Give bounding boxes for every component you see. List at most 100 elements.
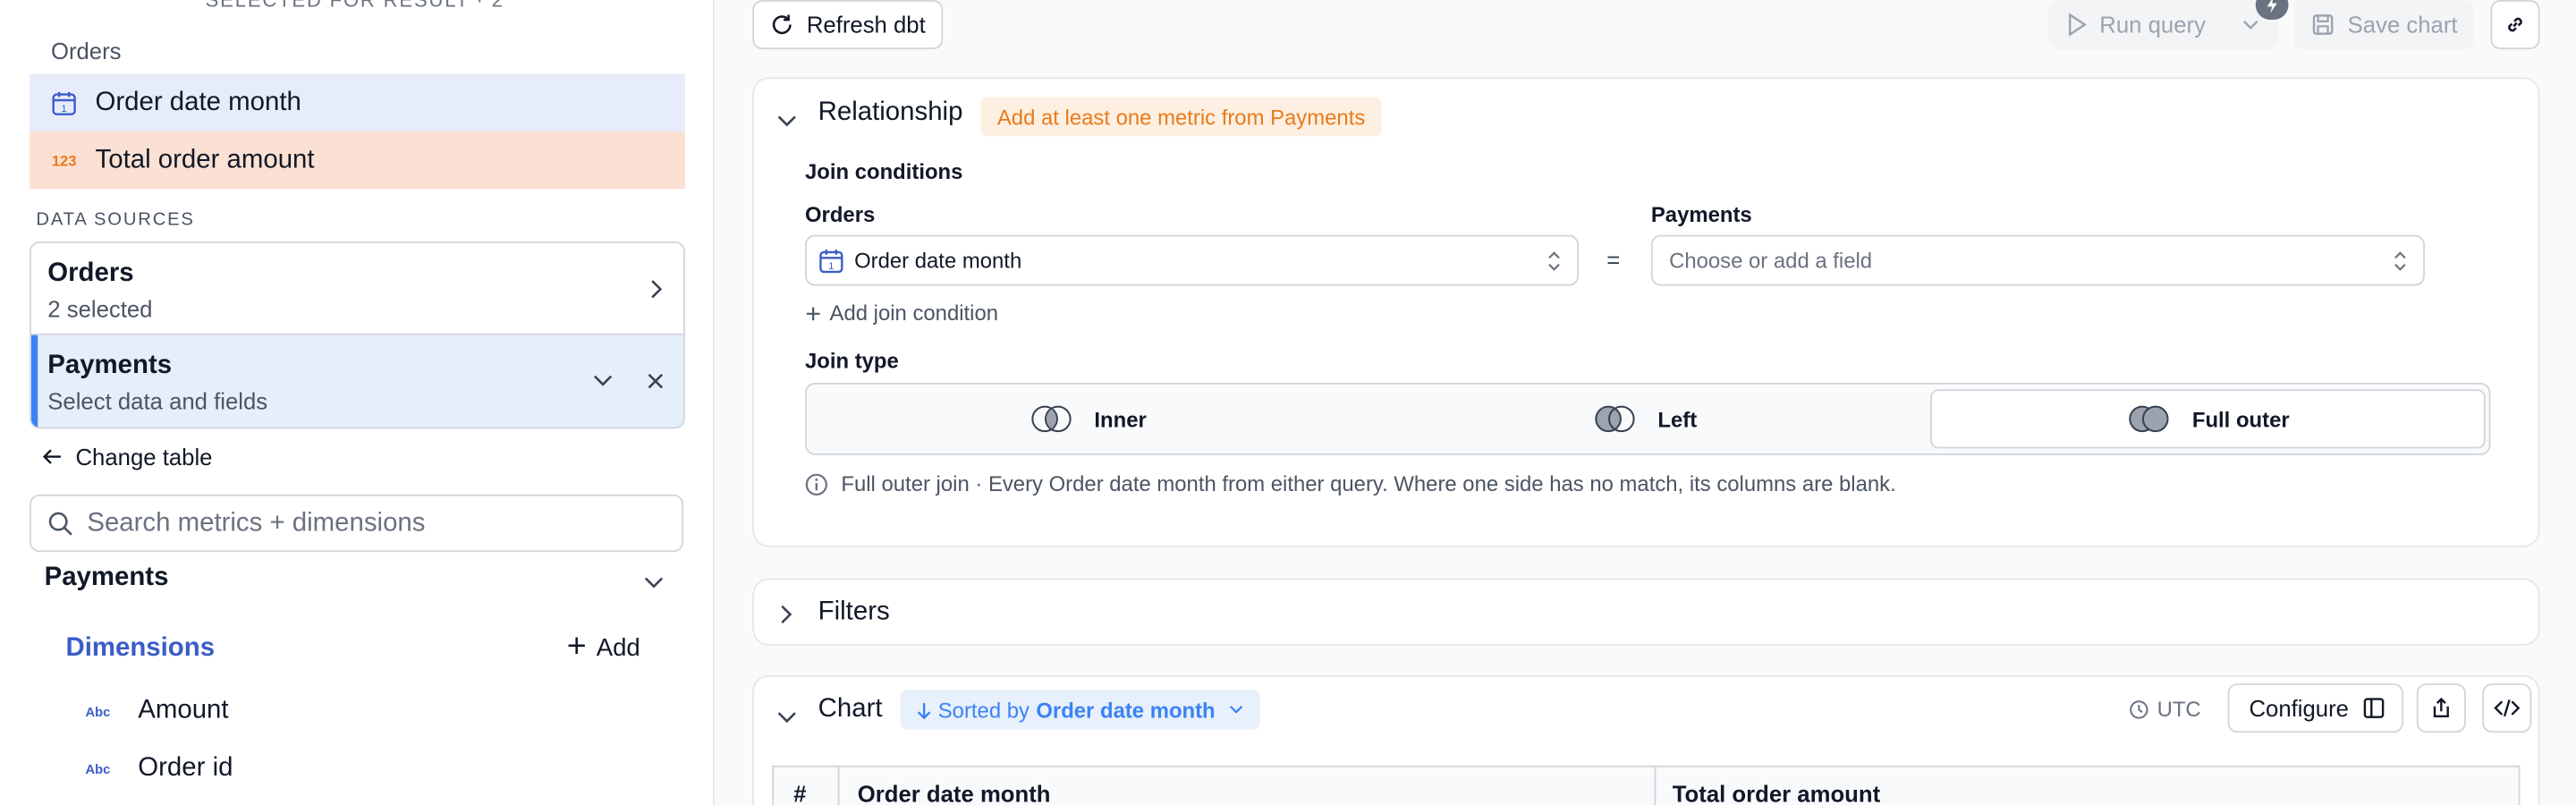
code-icon: [2494, 699, 2521, 718]
refresh-icon: [770, 13, 793, 37]
svg-text:1: 1: [62, 103, 67, 114]
data-source-orders[interactable]: Orders 2 selected: [30, 243, 684, 335]
text-type-icon: Abc: [85, 704, 111, 719]
calendar-icon: 1: [49, 88, 79, 117]
chevron-down-icon[interactable]: [777, 703, 797, 733]
venn-left-icon: [1592, 404, 1638, 434]
join-option-inner[interactable]: Inner: [811, 389, 1363, 448]
share-button[interactable]: [2416, 683, 2466, 733]
timezone-indicator: UTC: [2129, 697, 2201, 721]
link-icon: [2504, 13, 2527, 37]
refresh-dbt-button[interactable]: Refresh dbt: [752, 0, 944, 50]
select-arrows-icon: [1547, 250, 1561, 270]
plus-icon: [567, 634, 587, 662]
chevron-down-icon[interactable]: [589, 368, 615, 394]
join-type-label: Join type: [804, 348, 899, 373]
change-table-button[interactable]: Change table: [42, 443, 213, 470]
join-info-text: Full outer join · Every Order date month…: [841, 471, 1896, 496]
chevron-right-icon: [780, 603, 793, 632]
left-field-select[interactable]: 1 Order date month: [804, 234, 1580, 286]
chevron-right-icon[interactable]: [642, 276, 668, 302]
search-box[interactable]: [30, 494, 684, 553]
chevron-down-icon: [1228, 705, 1243, 715]
add-join-condition-label: Add join condition: [829, 301, 999, 326]
copy-link-button[interactable]: [2490, 0, 2540, 50]
join-conditions-label: Join conditions: [804, 159, 963, 184]
join-option-label: Inner: [1094, 406, 1147, 432]
dimensions-header[interactable]: Dimensions: [65, 634, 215, 664]
column-header[interactable]: #: [793, 780, 806, 805]
search-input[interactable]: [87, 508, 646, 538]
plus-icon: [805, 305, 821, 321]
selected-group-label: Orders: [50, 38, 122, 64]
selected-metric-total-order-amount[interactable]: 123 Total order amount: [30, 131, 685, 190]
data-source-payments[interactable]: Payments Select data and fields: [30, 335, 684, 428]
join-option-label: Left: [1657, 406, 1698, 432]
selected-item-label: Order date month: [95, 88, 301, 116]
add-dimension-button[interactable]: Add: [567, 634, 640, 662]
chevron-down-icon[interactable]: [2241, 20, 2258, 30]
selected-dimension-order-date-month[interactable]: 1 Order date month: [30, 73, 685, 131]
svg-text:1: 1: [828, 260, 834, 271]
save-icon: [2311, 13, 2334, 37]
selected-item-label: Total order amount: [95, 145, 315, 174]
relationship-panel: Relationship Add at least one metric fro…: [752, 77, 2540, 547]
add-join-condition-button[interactable]: Add join condition: [805, 301, 998, 326]
data-sources-caption: DATA SOURCES: [36, 210, 195, 231]
select-arrows-icon: [2394, 250, 2407, 270]
field-label: Order id: [138, 754, 233, 783]
right-table-label: Payments: [1650, 201, 1752, 227]
play-icon: [2067, 13, 2087, 37]
equals-sign: =: [1606, 246, 1621, 273]
join-option-left[interactable]: Left: [1368, 389, 1920, 448]
venn-inner-icon: [1029, 404, 1074, 434]
add-label: Add: [596, 633, 640, 663]
field-item[interactable]: Abc Amount: [86, 697, 229, 726]
sort-field: Order date month: [1036, 697, 1216, 723]
chevron-down-icon: [644, 568, 664, 597]
configure-button[interactable]: Configure: [2227, 683, 2404, 733]
warning-badge: Add at least one metric from Payments: [980, 97, 1382, 137]
lightning-icon: [2267, 0, 2277, 13]
chevron-down-icon[interactable]: [777, 106, 797, 136]
group-header-payments[interactable]: Payments: [45, 564, 669, 593]
close-icon[interactable]: [642, 368, 668, 394]
data-source-sub: Select data and fields: [47, 387, 268, 414]
configure-label: Configure: [2249, 694, 2349, 722]
data-sources-list: Orders 2 selected Payments Select data a…: [30, 241, 685, 429]
right-field-placeholder: Choose or add a field: [1669, 248, 1873, 273]
field-item[interactable]: Abc Order id: [86, 754, 233, 784]
venn-full-icon: [2126, 404, 2172, 434]
search-icon: [47, 510, 73, 536]
join-type-selector: Inner Left Full outer: [804, 382, 2491, 455]
clock-icon: [2129, 699, 2148, 719]
filters-title: Filters: [818, 597, 890, 626]
save-chart-button[interactable]: Save chart: [2293, 0, 2475, 50]
embed-code-button[interactable]: [2482, 683, 2532, 733]
change-table-label: Change table: [75, 443, 213, 470]
sort-badge[interactable]: Sorted by Order date month: [900, 690, 1260, 730]
refresh-label: Refresh dbt: [806, 11, 926, 38]
selected-header: SELECTED FOR RESULT · 2: [205, 0, 504, 12]
result-table-header: # Order date month Total order amount: [772, 765, 2521, 805]
group-name: Payments: [44, 563, 169, 592]
column-header[interactable]: Order date month: [858, 780, 1051, 805]
arrow-left-icon: [42, 444, 63, 470]
relationship-title: Relationship: [818, 98, 963, 127]
left-field-value: Order date month: [854, 248, 1022, 273]
save-chart-label: Save chart: [2347, 11, 2458, 38]
data-source-name: Payments: [47, 352, 173, 380]
run-query-button[interactable]: Run query: [2048, 0, 2279, 50]
info-icon: [805, 472, 828, 496]
share-icon: [2429, 697, 2453, 720]
calendar-icon: 1: [818, 247, 844, 273]
left-table-label: Orders: [804, 201, 876, 227]
sidebar: SELECTED FOR RESULT · 2 Orders 1 Order d…: [0, 0, 715, 805]
run-query-label: Run query: [2099, 11, 2206, 38]
column-header[interactable]: Total order amount: [1673, 780, 1880, 805]
field-label: Amount: [138, 696, 229, 724]
join-option-full-outer[interactable]: Full outer: [1930, 389, 2486, 449]
data-source-name: Orders: [47, 259, 134, 288]
filters-panel[interactable]: Filters: [752, 578, 2540, 646]
right-field-select[interactable]: Choose or add a field: [1650, 234, 2425, 286]
